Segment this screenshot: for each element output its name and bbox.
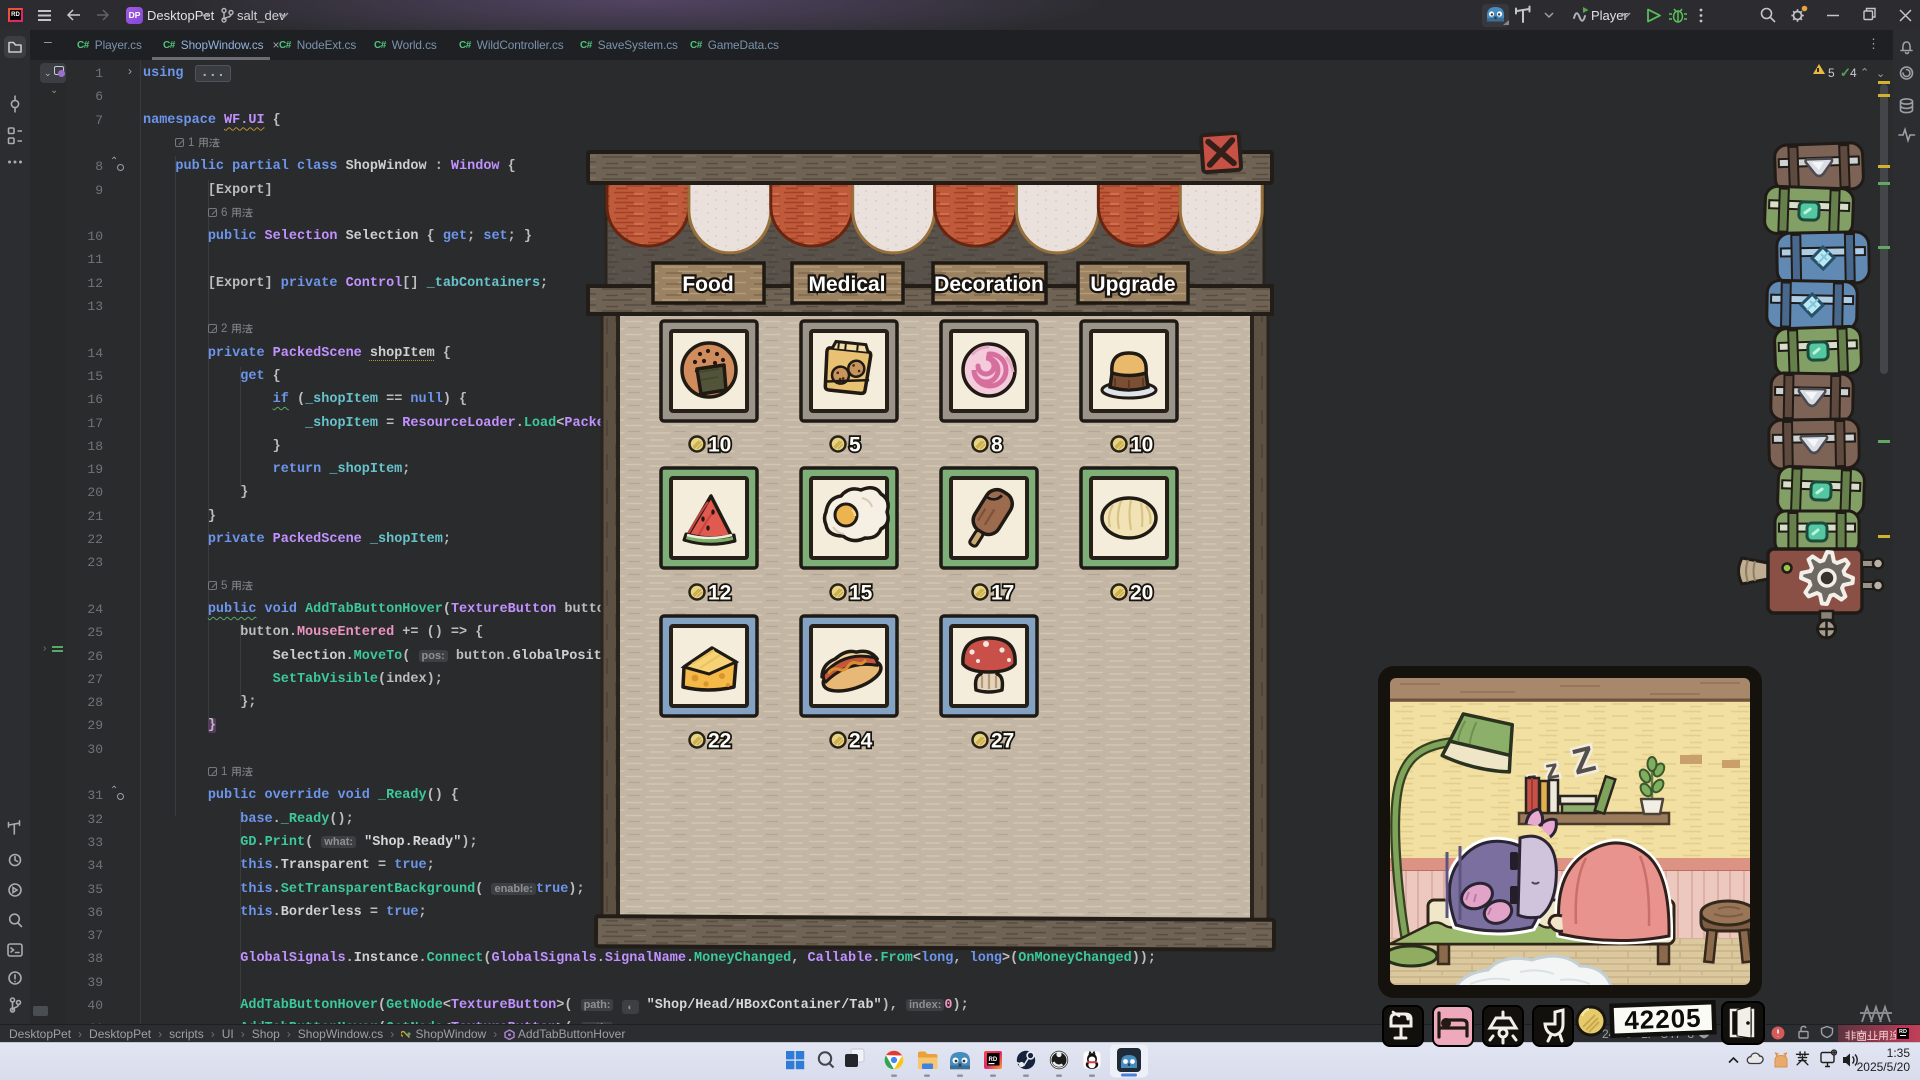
svg-text:10: 10	[708, 434, 731, 457]
svg-text:Food: Food	[682, 273, 733, 296]
svg-text:15: 15	[849, 582, 873, 605]
svg-text:10: 10	[1130, 434, 1153, 457]
svg-text:42205: 42205	[1624, 1003, 1702, 1036]
svg-text:Decoration: Decoration	[934, 273, 1044, 296]
svg-text:12: 12	[708, 582, 731, 605]
svg-text:24: 24	[849, 730, 873, 753]
svg-text:Medical: Medical	[808, 273, 885, 296]
svg-text:20: 20	[1130, 582, 1153, 605]
svg-text:22: 22	[708, 730, 731, 753]
svg-text:Upgrade: Upgrade	[1090, 273, 1175, 296]
svg-text:5: 5	[849, 434, 861, 457]
svg-text:17: 17	[991, 582, 1014, 605]
svg-text:27: 27	[991, 730, 1014, 753]
svg-text:8: 8	[991, 434, 1003, 457]
